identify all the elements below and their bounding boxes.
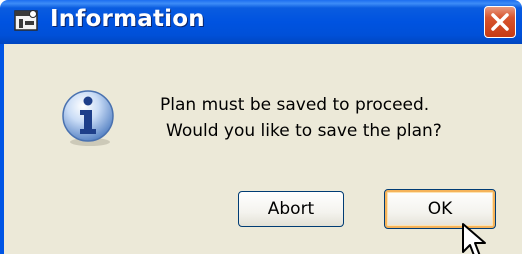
dialog-body: Plan must be saved to proceed. Would you… bbox=[0, 44, 522, 254]
app-window-icon bbox=[14, 10, 38, 31]
message-line-1: Plan must be saved to proceed. bbox=[160, 95, 430, 115]
close-icon bbox=[491, 13, 509, 31]
close-button[interactable] bbox=[484, 6, 516, 38]
abort-button[interactable]: Abort bbox=[238, 191, 344, 227]
window-title: Information bbox=[50, 6, 205, 32]
info-icon bbox=[62, 90, 114, 146]
dialog-message: Plan must be saved to proceed. Would you… bbox=[160, 92, 480, 144]
title-bar[interactable]: Information bbox=[0, 0, 522, 44]
information-dialog: Information Plan must be saved to procee… bbox=[0, 0, 522, 254]
mouse-pointer-icon bbox=[462, 223, 486, 254]
message-line-2: Would you like to save the plan? bbox=[166, 121, 442, 141]
